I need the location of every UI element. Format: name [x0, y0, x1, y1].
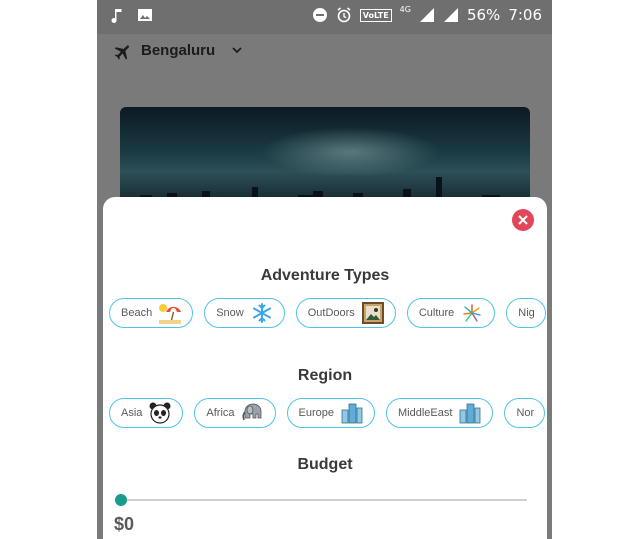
city-selector-label[interactable]: Bengaluru [141, 42, 215, 59]
phone-screen: VoLTE 4G 56% 7:06 Bengaluru Adventure Ty… [97, 0, 552, 539]
elephant-icon [241, 403, 261, 421]
region-title: Region [297, 367, 353, 384]
signal-icon [419, 8, 434, 22]
alarm-icon [337, 7, 351, 23]
chip-culture[interactable]: Culture [406, 298, 496, 328]
chip-middleeast[interactable]: MiddleEast [386, 398, 494, 428]
sky-glow [260, 127, 440, 177]
chip-africa[interactable]: Africa [194, 398, 276, 428]
slider-thumb[interactable] [115, 494, 127, 506]
chip-europe[interactable]: Europe [286, 398, 376, 428]
hero-city-image [120, 107, 530, 207]
beach-umbrella-icon [159, 304, 182, 324]
music-note-icon [111, 9, 122, 23]
airplane-icon [114, 45, 129, 60]
volte-badge: VoLTE [359, 8, 392, 22]
do-not-disturb-icon [312, 8, 327, 22]
close-icon [518, 215, 528, 225]
adventure-types-title: Adventure Types [260, 267, 390, 284]
chip-asia[interactable]: Asia [109, 398, 184, 428]
chip-beach[interactable]: Beach [109, 298, 194, 328]
chip-outdoors[interactable]: OutDoors [295, 298, 396, 328]
chevron-down-icon[interactable] [231, 44, 243, 56]
signal-icon [443, 8, 458, 22]
chip-nightlife-partial[interactable]: Nig [506, 298, 546, 328]
buildings-icon [460, 403, 481, 424]
image-icon [138, 9, 152, 21]
status-bar: VoLTE 4G 56% 7:06 [97, 0, 552, 34]
chip-north-partial[interactable]: Nor [504, 398, 546, 428]
panda-icon [149, 402, 171, 424]
region-row[interactable]: Asia Africa Europe MiddleEast Nor [109, 398, 546, 428]
close-button[interactable] [512, 209, 534, 231]
app-bar: Bengaluru [97, 34, 552, 74]
chip-snow[interactable]: Snow [204, 298, 285, 328]
fireworks-icon [463, 304, 481, 322]
network-type: 4G [399, 4, 411, 14]
slider-track[interactable] [115, 499, 527, 501]
adventure-types-row[interactable]: Beach Snow OutDoors Culture Nig [109, 298, 546, 328]
budget-title: Budget [297, 456, 353, 473]
battery-percent: 56% [466, 6, 501, 24]
snowflake-icon [252, 303, 271, 323]
clock-time: 7:06 [508, 6, 542, 24]
filter-sheet: Adventure Types Beach Snow OutDoors Cult… [103, 197, 547, 539]
budget-value: $0 [114, 514, 135, 534]
buildings-icon [341, 403, 363, 424]
picture-frame-icon [361, 302, 384, 324]
budget-slider[interactable] [115, 494, 527, 506]
